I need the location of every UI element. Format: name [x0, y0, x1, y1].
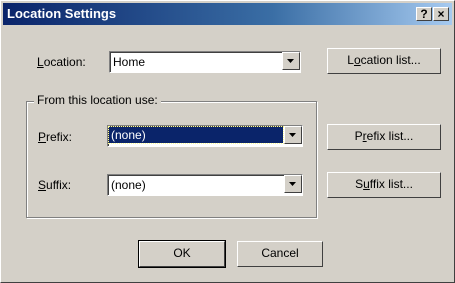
prefix-list-button[interactable]: Prefix list...: [327, 124, 441, 150]
title-bar[interactable]: Location Settings ? ×: [3, 3, 452, 25]
cancel-button[interactable]: Cancel: [237, 241, 323, 267]
prefix-dropdown-button[interactable]: [284, 126, 302, 144]
prefix-select[interactable]: (none): [107, 125, 303, 147]
ok-button[interactable]: OK: [138, 240, 226, 268]
location-select[interactable]: Home: [109, 51, 301, 73]
location-list-button[interactable]: Location list...: [327, 48, 441, 74]
suffix-dropdown-button[interactable]: [284, 175, 302, 193]
suffix-value: (none): [111, 178, 146, 192]
chevron-down-icon: [289, 182, 296, 186]
suffix-list-button[interactable]: Suffix list...: [327, 172, 441, 198]
help-button[interactable]: ?: [416, 7, 432, 21]
location-settings-dialog: Location Settings ? × Location: Home Loc…: [0, 0, 455, 283]
from-location-group: [26, 101, 317, 218]
suffix-select[interactable]: (none): [107, 174, 303, 196]
suffix-label: Suffix:: [38, 178, 72, 192]
location-value: Home: [113, 55, 146, 69]
location-dropdown-button[interactable]: [282, 52, 300, 70]
group-legend: From this location use:: [34, 93, 161, 107]
chevron-down-icon: [289, 133, 296, 137]
chevron-down-icon: [287, 59, 294, 63]
prefix-value: (none): [108, 126, 284, 144]
close-button[interactable]: ×: [433, 7, 449, 21]
prefix-label: Prefix:: [38, 130, 73, 144]
location-label: Location:: [37, 55, 86, 69]
window-title: Location Settings: [7, 6, 117, 21]
